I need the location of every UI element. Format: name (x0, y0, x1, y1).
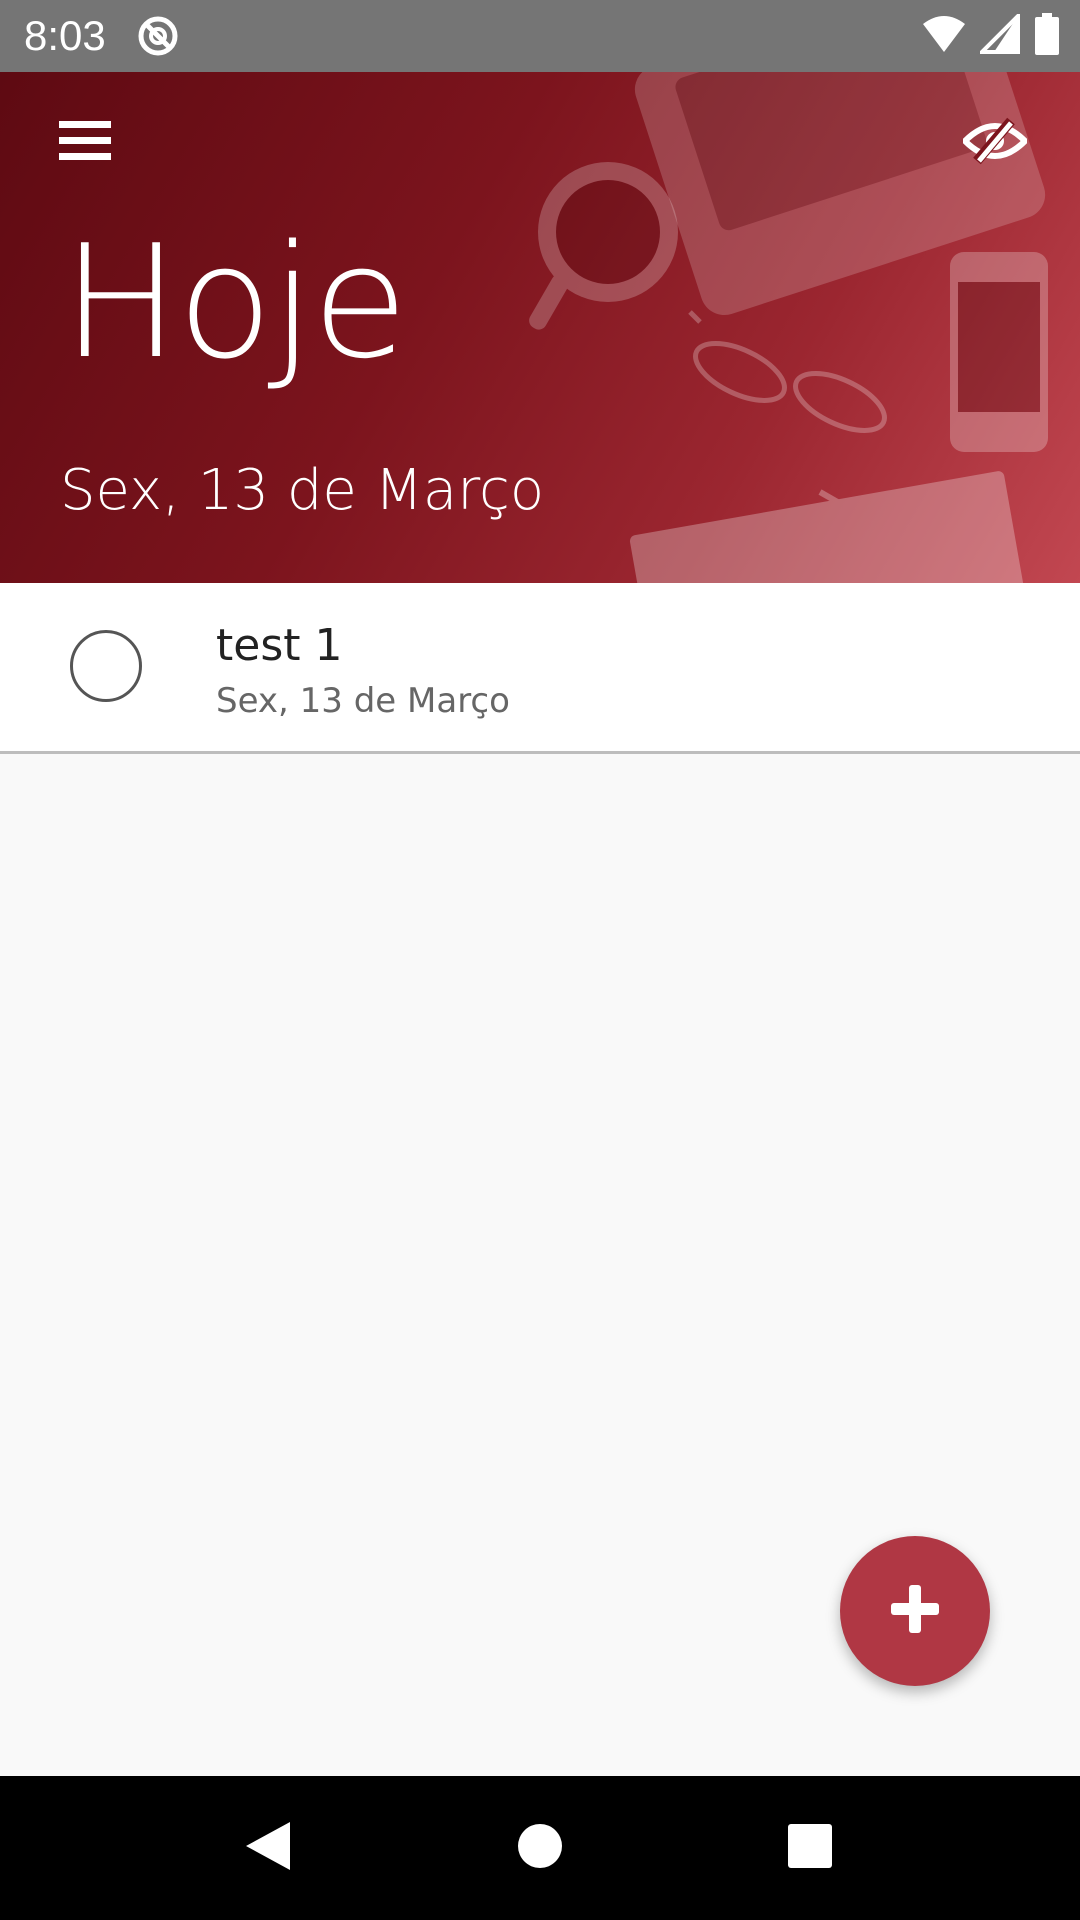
back-icon (244, 1820, 292, 1877)
menu-button[interactable] (44, 102, 126, 184)
task-title: test 1 (216, 620, 343, 671)
battery-icon (1034, 12, 1060, 60)
hamburger-menu-icon (59, 119, 111, 168)
page-title: Hoje (62, 211, 408, 393)
status-time: 8:03 (24, 12, 106, 59)
header-banner: Hoje Sex, 13 de Março (0, 72, 1080, 583)
eye-off-icon (960, 117, 1030, 170)
wifi-icon (922, 14, 966, 59)
add-task-button[interactable] (840, 1536, 990, 1686)
status-bar: 8:03 (0, 0, 1080, 72)
cellular-signal-icon (977, 10, 1020, 59)
plus-icon (889, 1583, 941, 1640)
system-nav-bar (0, 1776, 1080, 1920)
status-icons (922, 10, 1060, 60)
page-date: Sex, 13 de Março (60, 458, 545, 523)
recents-button[interactable] (740, 1776, 880, 1920)
app-screen: 8:03 Hoje Sex, 13 de Março test 1 Sex, 1… (0, 0, 1080, 1920)
back-button[interactable] (198, 1776, 338, 1920)
task-item[interactable]: test 1 Sex, 13 de Março (0, 583, 1080, 754)
recents-icon (787, 1823, 833, 1874)
app-notification-icon (136, 14, 180, 58)
task-complete-checkbox[interactable] (70, 630, 142, 702)
home-icon (517, 1823, 563, 1874)
task-list: test 1 Sex, 13 de Março (0, 583, 1080, 754)
task-date: Sex, 13 de Março (216, 681, 510, 721)
home-button[interactable] (470, 1776, 610, 1920)
toggle-completed-visibility-button[interactable] (954, 102, 1036, 184)
